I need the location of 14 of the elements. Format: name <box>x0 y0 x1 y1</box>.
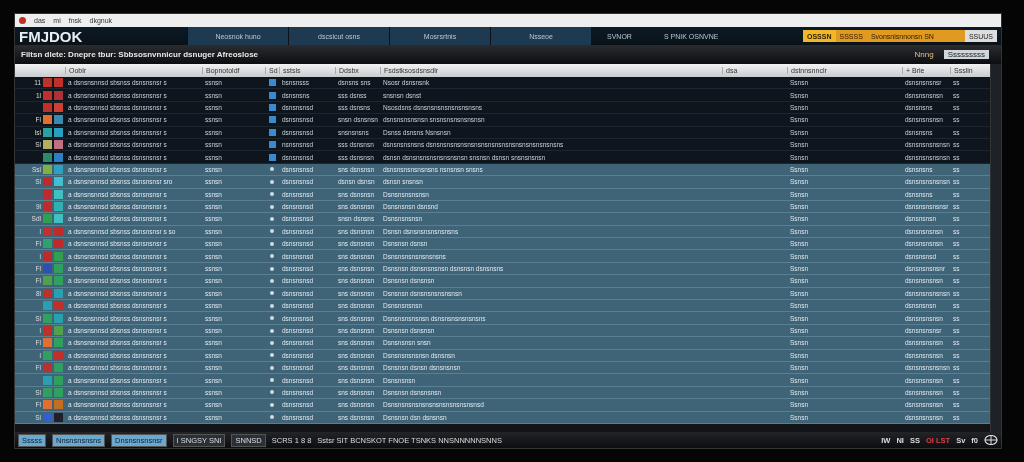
close-icon[interactable] <box>19 17 26 24</box>
app-logo: FMJDOK <box>18 27 84 45</box>
square-icon <box>268 141 276 149</box>
globe-icon[interactable] <box>984 435 998 445</box>
square-icon <box>268 128 276 136</box>
square-icon <box>268 91 276 99</box>
square-icon <box>268 79 276 87</box>
square-icon <box>268 116 276 124</box>
square-icon <box>268 153 276 161</box>
scroll-bar[interactable] <box>990 64 1001 432</box>
filter-label: Nnng <box>914 50 934 59</box>
filter-field[interactable]: Sssssssss <box>943 50 989 59</box>
square-icon <box>268 103 276 111</box>
filter-text: Filtsn dlete: Dnepre tbur: Sbbsosnvnnicur dsnuger Afreoslose <box>21 50 259 59</box>
